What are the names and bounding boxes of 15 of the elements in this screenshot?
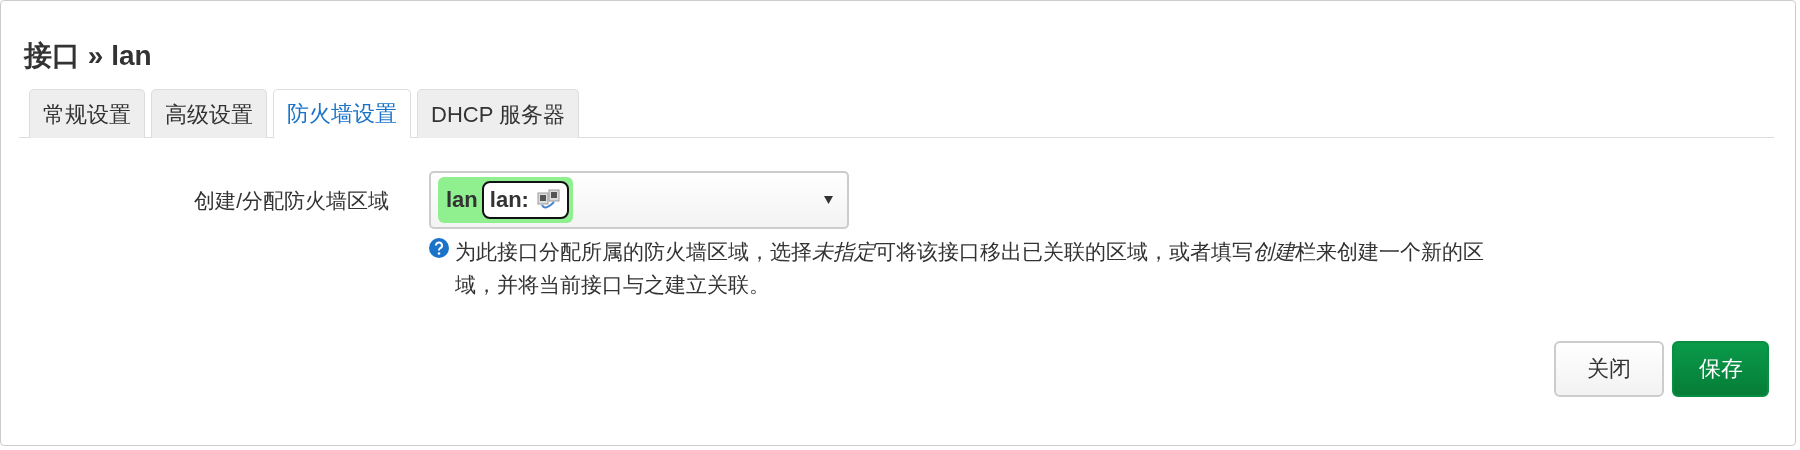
field-label: 创建/分配防火墙区域: [193, 188, 389, 214]
save-button[interactable]: 保存: [1672, 341, 1769, 397]
tab[interactable]: 高级设置: [151, 89, 267, 138]
tab[interactable]: 常规设置: [29, 89, 145, 138]
zone-select[interactable]: lan lan:: [429, 171, 849, 229]
caret-icon: [824, 196, 833, 204]
network-ports-icon: [536, 189, 561, 211]
tab[interactable]: DHCP 服务器: [417, 89, 580, 138]
help-icon: [429, 238, 449, 258]
modal-title: 接口 » lan: [24, 39, 153, 73]
zone-name: lan: [446, 187, 478, 213]
help-text: 为此接口分配所属的防火墙区域，选择未指定可将该接口移出已关联的区域，或者填写创建栏来创建一个新的区域，并将当前接口与之建立关联。: [455, 239, 1485, 298]
tab[interactable]: 防火墙设置: [273, 89, 411, 138]
interface-name: lan:: [489, 187, 529, 213]
close-button[interactable]: 关闭: [1554, 341, 1664, 397]
